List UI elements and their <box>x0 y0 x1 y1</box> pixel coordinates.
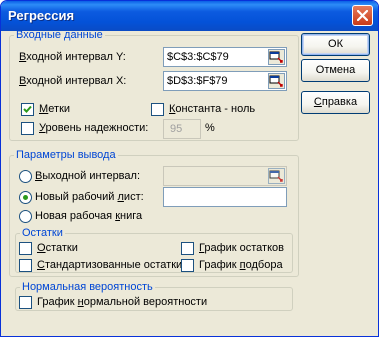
new-sheet-label[interactable]: Новый рабочий лист: <box>35 191 144 204</box>
close-button[interactable] <box>352 5 373 26</box>
residuals-checkbox[interactable] <box>19 242 32 255</box>
input-y-label: Входной интервал Y: <box>19 51 126 63</box>
normal-probability-legend: Нормальная вероятность <box>22 281 153 293</box>
dialog-body: Входные данные Входной интервал Y: $C$3:… <box>5 29 374 333</box>
percent-unit: % <box>205 122 215 134</box>
output-range-label[interactable]: Выходной интервал: <box>35 170 140 183</box>
range-select-icon <box>269 75 283 87</box>
window-title: Регрессия <box>8 8 75 23</box>
confidence-level-label[interactable]: Уровень надежности: <box>39 122 148 135</box>
confidence-level-checkbox[interactable] <box>21 122 34 135</box>
range-select-icon <box>269 170 283 182</box>
output-range-radio[interactable] <box>19 170 32 183</box>
confidence-level-field[interactable]: 95 <box>163 119 201 139</box>
normal-plot-label[interactable]: График нормальной вероятности <box>37 296 207 309</box>
constant-zero-label[interactable]: Константа - ноль <box>169 103 255 116</box>
range-select-icon <box>269 51 283 63</box>
fit-plot-checkbox[interactable] <box>181 259 194 272</box>
new-sheet-radio[interactable] <box>19 191 32 204</box>
input-y-value: $C$3:$C$79 <box>167 51 229 63</box>
help-button[interactable]: Справка <box>301 91 370 114</box>
new-book-radio[interactable] <box>19 210 32 223</box>
input-x-label: Входной интервал X: <box>19 75 127 87</box>
new-book-label[interactable]: Новая рабочая книга <box>35 210 142 223</box>
input-x-field[interactable]: $D$3:$F$79 <box>163 71 287 91</box>
fit-plot-label[interactable]: График подбора <box>199 259 283 272</box>
output-range-field[interactable] <box>163 166 287 186</box>
std-residuals-checkbox[interactable] <box>19 259 32 272</box>
constant-zero-checkbox[interactable] <box>151 103 164 116</box>
labels-checkbox[interactable] <box>21 103 34 116</box>
input-data-legend: Входные данные <box>16 29 103 41</box>
title-bar[interactable]: Регрессия <box>1 1 378 31</box>
checkmark-icon <box>23 105 32 113</box>
confidence-level-value: 95 <box>170 123 183 135</box>
output-range-collapse-button[interactable] <box>268 168 285 184</box>
residuals-legend: Остатки <box>22 227 63 239</box>
new-sheet-name-field[interactable] <box>163 187 287 207</box>
regression-dialog: Регрессия Входные данные Входной интерва… <box>0 0 379 337</box>
residual-plot-label[interactable]: График остатков <box>199 242 284 255</box>
output-options-legend: Параметры вывода <box>16 149 116 161</box>
std-residuals-label[interactable]: Стандартизованные остатки <box>37 259 182 272</box>
input-y-field[interactable]: $C$3:$C$79 <box>163 47 287 67</box>
ok-button[interactable]: ОК <box>301 33 370 56</box>
residuals-label[interactable]: Остатки <box>37 242 78 255</box>
cancel-button[interactable]: Отмена <box>301 59 370 82</box>
input-x-value: $D$3:$F$79 <box>167 75 228 87</box>
normal-plot-checkbox[interactable] <box>19 296 32 309</box>
residual-plot-checkbox[interactable] <box>181 242 194 255</box>
input-x-collapse-button[interactable] <box>268 73 285 89</box>
close-icon <box>357 10 368 21</box>
radio-selected-dot <box>23 195 28 200</box>
labels-label[interactable]: Метки <box>39 103 70 116</box>
input-y-collapse-button[interactable] <box>268 49 285 65</box>
